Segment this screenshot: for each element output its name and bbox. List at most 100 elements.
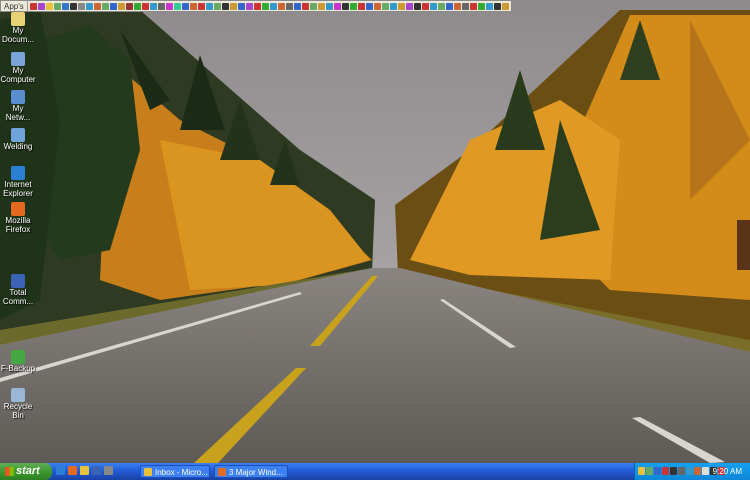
app-launcher-icon[interactable] [405, 2, 413, 10]
quick-launch-icon[interactable] [80, 466, 89, 475]
desktop-icon-label: Bin [12, 411, 24, 420]
app-launcher-icon[interactable] [221, 2, 229, 10]
app-launcher-icon[interactable] [269, 2, 277, 10]
desktop-icon-label: My [12, 104, 24, 113]
app-launcher-icon[interactable] [237, 2, 245, 10]
my-documents-shortcut[interactable]: My Docum... [0, 12, 36, 44]
tray-app-icon[interactable] [654, 467, 661, 475]
app-launcher-icon[interactable] [285, 2, 293, 10]
app-launcher-icon[interactable] [45, 2, 53, 10]
app-launcher-icon[interactable] [501, 2, 509, 10]
app-launcher-icon[interactable] [37, 2, 45, 10]
app-launcher-icon[interactable] [149, 2, 157, 10]
tray-app-icon[interactable] [646, 467, 653, 475]
app-launcher-icon[interactable] [477, 2, 485, 10]
app-launcher-icon[interactable] [85, 2, 93, 10]
app-launcher-icon[interactable] [373, 2, 381, 10]
app-launcher-icon[interactable] [133, 2, 141, 10]
quick-launch-icon[interactable] [92, 466, 101, 475]
f-backup-shortcut[interactable]: F-Backup [0, 350, 36, 373]
app-launcher-icon[interactable] [413, 2, 421, 10]
app-launcher-icon[interactable] [93, 2, 101, 10]
app-launcher-icon[interactable] [301, 2, 309, 10]
clock[interactable]: 9:20 AM [713, 463, 742, 480]
tray-app-icon[interactable] [686, 467, 693, 475]
app-launcher-icon[interactable] [205, 2, 213, 10]
toolbar-label: App's [1, 1, 28, 11]
app-launcher-icon[interactable] [341, 2, 349, 10]
my-network-shortcut[interactable]: My Netw... [0, 90, 36, 122]
start-button[interactable]: start [0, 463, 52, 480]
app-launcher-icon[interactable] [189, 2, 197, 10]
app-launcher-icon[interactable] [453, 2, 461, 10]
app-launcher-icon[interactable] [141, 2, 149, 10]
quick-launch-icon[interactable] [68, 466, 77, 475]
app-launcher-icon[interactable] [325, 2, 333, 10]
total-commander-icon [11, 274, 25, 288]
app-launcher-icon[interactable] [101, 2, 109, 10]
app-launcher-icon[interactable] [53, 2, 61, 10]
total-commander-shortcut[interactable]: Total Comm... [0, 274, 36, 306]
my-computer-shortcut[interactable]: My Computer [0, 52, 36, 84]
app-launcher-icon[interactable] [109, 2, 117, 10]
internet-explorer-shortcut[interactable]: Internet Explorer [0, 166, 36, 198]
desktop-icon-label: F-Backup [0, 364, 36, 373]
app-launcher-icon[interactable] [69, 2, 77, 10]
app-launcher-icon[interactable] [229, 2, 237, 10]
app-launcher-icon[interactable] [437, 2, 445, 10]
desktop-icon-label: Explorer [3, 189, 33, 198]
app-launcher-icon[interactable] [429, 2, 437, 10]
recycle-bin-shortcut[interactable]: Recycle Bin [0, 388, 36, 420]
app-launcher-icon[interactable] [317, 2, 325, 10]
app-launcher-icon[interactable] [261, 2, 269, 10]
app-launcher-icon[interactable] [349, 2, 357, 10]
app-launcher-icon[interactable] [29, 2, 37, 10]
desktop-icon-label: My [12, 26, 24, 35]
app-launcher-icon[interactable] [197, 2, 205, 10]
app-launcher-icon[interactable] [125, 2, 133, 10]
desktop-icon-label: Total [9, 288, 27, 297]
quick-launch-icon[interactable] [104, 466, 113, 475]
desktop-icon-label: Internet [4, 180, 32, 189]
app-launcher-icon[interactable] [293, 2, 301, 10]
app-launcher-icon[interactable] [445, 2, 453, 10]
mozilla-firefox-shortcut[interactable]: Mozilla Firefox [0, 202, 36, 234]
app-launcher-icon[interactable] [381, 2, 389, 10]
my-computer-icon [11, 52, 25, 66]
tray-app-icon[interactable] [702, 467, 709, 475]
app-launcher-icon[interactable] [461, 2, 469, 10]
tray-app-icon[interactable] [638, 467, 645, 475]
app-launcher-icon[interactable] [253, 2, 261, 10]
app-launcher-icon[interactable] [333, 2, 341, 10]
app-launcher-icon[interactable] [61, 2, 69, 10]
quick-launch-icon[interactable] [56, 466, 65, 475]
app-launcher-icon[interactable] [245, 2, 253, 10]
tray-app-icon[interactable] [678, 467, 685, 475]
app-launcher-icon[interactable] [469, 2, 477, 10]
app-launcher-icon[interactable] [165, 2, 173, 10]
app-launcher-icon[interactable] [365, 2, 373, 10]
tray-app-icon[interactable] [670, 467, 677, 475]
internet-explorer-icon [11, 166, 25, 180]
tray-app-icon[interactable] [662, 467, 669, 475]
tray-app-icon[interactable] [694, 467, 701, 475]
app-launcher-icon[interactable] [397, 2, 405, 10]
start-label: start [16, 465, 40, 477]
app-launcher-icon[interactable] [213, 2, 221, 10]
app-launcher-icon[interactable] [485, 2, 493, 10]
app-launcher-icon[interactable] [117, 2, 125, 10]
taskbar-button-inbox[interactable]: Inbox - Micro... [140, 465, 210, 478]
app-launcher-icon[interactable] [421, 2, 429, 10]
app-launcher-icon[interactable] [357, 2, 365, 10]
app-launcher-icon[interactable] [389, 2, 397, 10]
app-launcher-icon[interactable] [309, 2, 317, 10]
app-launcher-icon[interactable] [181, 2, 189, 10]
app-launcher-icon[interactable] [77, 2, 85, 10]
app-launcher-icon[interactable] [277, 2, 285, 10]
app-launcher-icon[interactable] [493, 2, 501, 10]
desktop-icon-label: Comm... [2, 297, 34, 306]
taskbar-button-firefox[interactable]: 3 Major Wind... [214, 465, 288, 478]
app-launcher-icon[interactable] [157, 2, 165, 10]
app-launcher-icon[interactable] [173, 2, 181, 10]
welding-shortcut[interactable]: Welding [0, 128, 36, 151]
